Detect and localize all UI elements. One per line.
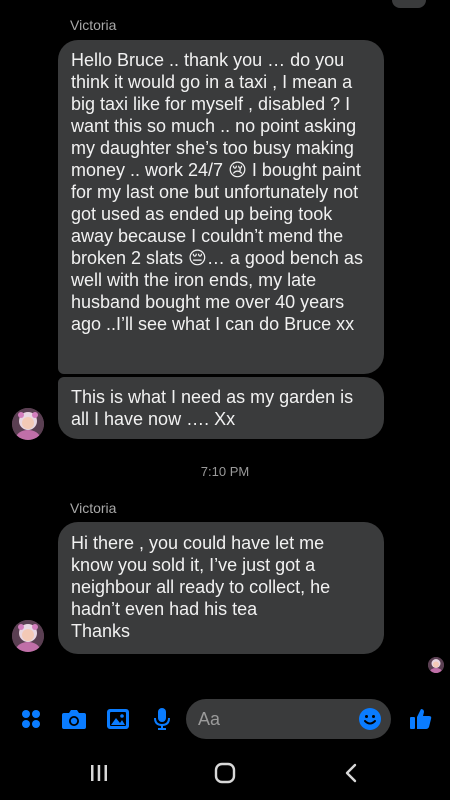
back-icon[interactable] xyxy=(336,760,366,786)
microphone-icon[interactable] xyxy=(147,704,177,734)
camera-icon[interactable] xyxy=(59,704,89,734)
sender-name: Victoria xyxy=(70,500,117,516)
sender-name: Victoria xyxy=(70,17,117,33)
message-bubble[interactable]: Hi there , you could have let me know yo… xyxy=(58,522,384,654)
timestamp: 7:10 PM xyxy=(200,464,250,479)
recent-apps-icon[interactable] xyxy=(84,760,114,786)
scroll-indicator xyxy=(392,0,426,8)
chat-screen: Victoria Hello Bruce .. thank you … do y… xyxy=(0,0,450,800)
system-navigation-bar xyxy=(0,748,450,800)
emoji-icon[interactable] xyxy=(358,707,382,731)
apps-icon[interactable] xyxy=(16,704,46,734)
message-input-container xyxy=(186,699,391,739)
seen-receipt-avatar xyxy=(428,657,444,673)
message-input[interactable] xyxy=(198,699,348,739)
avatar[interactable] xyxy=(12,408,44,440)
thumbs-up-icon[interactable] xyxy=(406,704,436,734)
gallery-icon[interactable] xyxy=(103,704,133,734)
avatar[interactable] xyxy=(12,620,44,652)
message-composer xyxy=(0,696,450,744)
home-icon[interactable] xyxy=(210,760,240,786)
message-bubble[interactable]: Hello Bruce .. thank you … do you think … xyxy=(58,40,384,374)
message-bubble[interactable]: This is what I need as my garden is all … xyxy=(58,377,384,439)
